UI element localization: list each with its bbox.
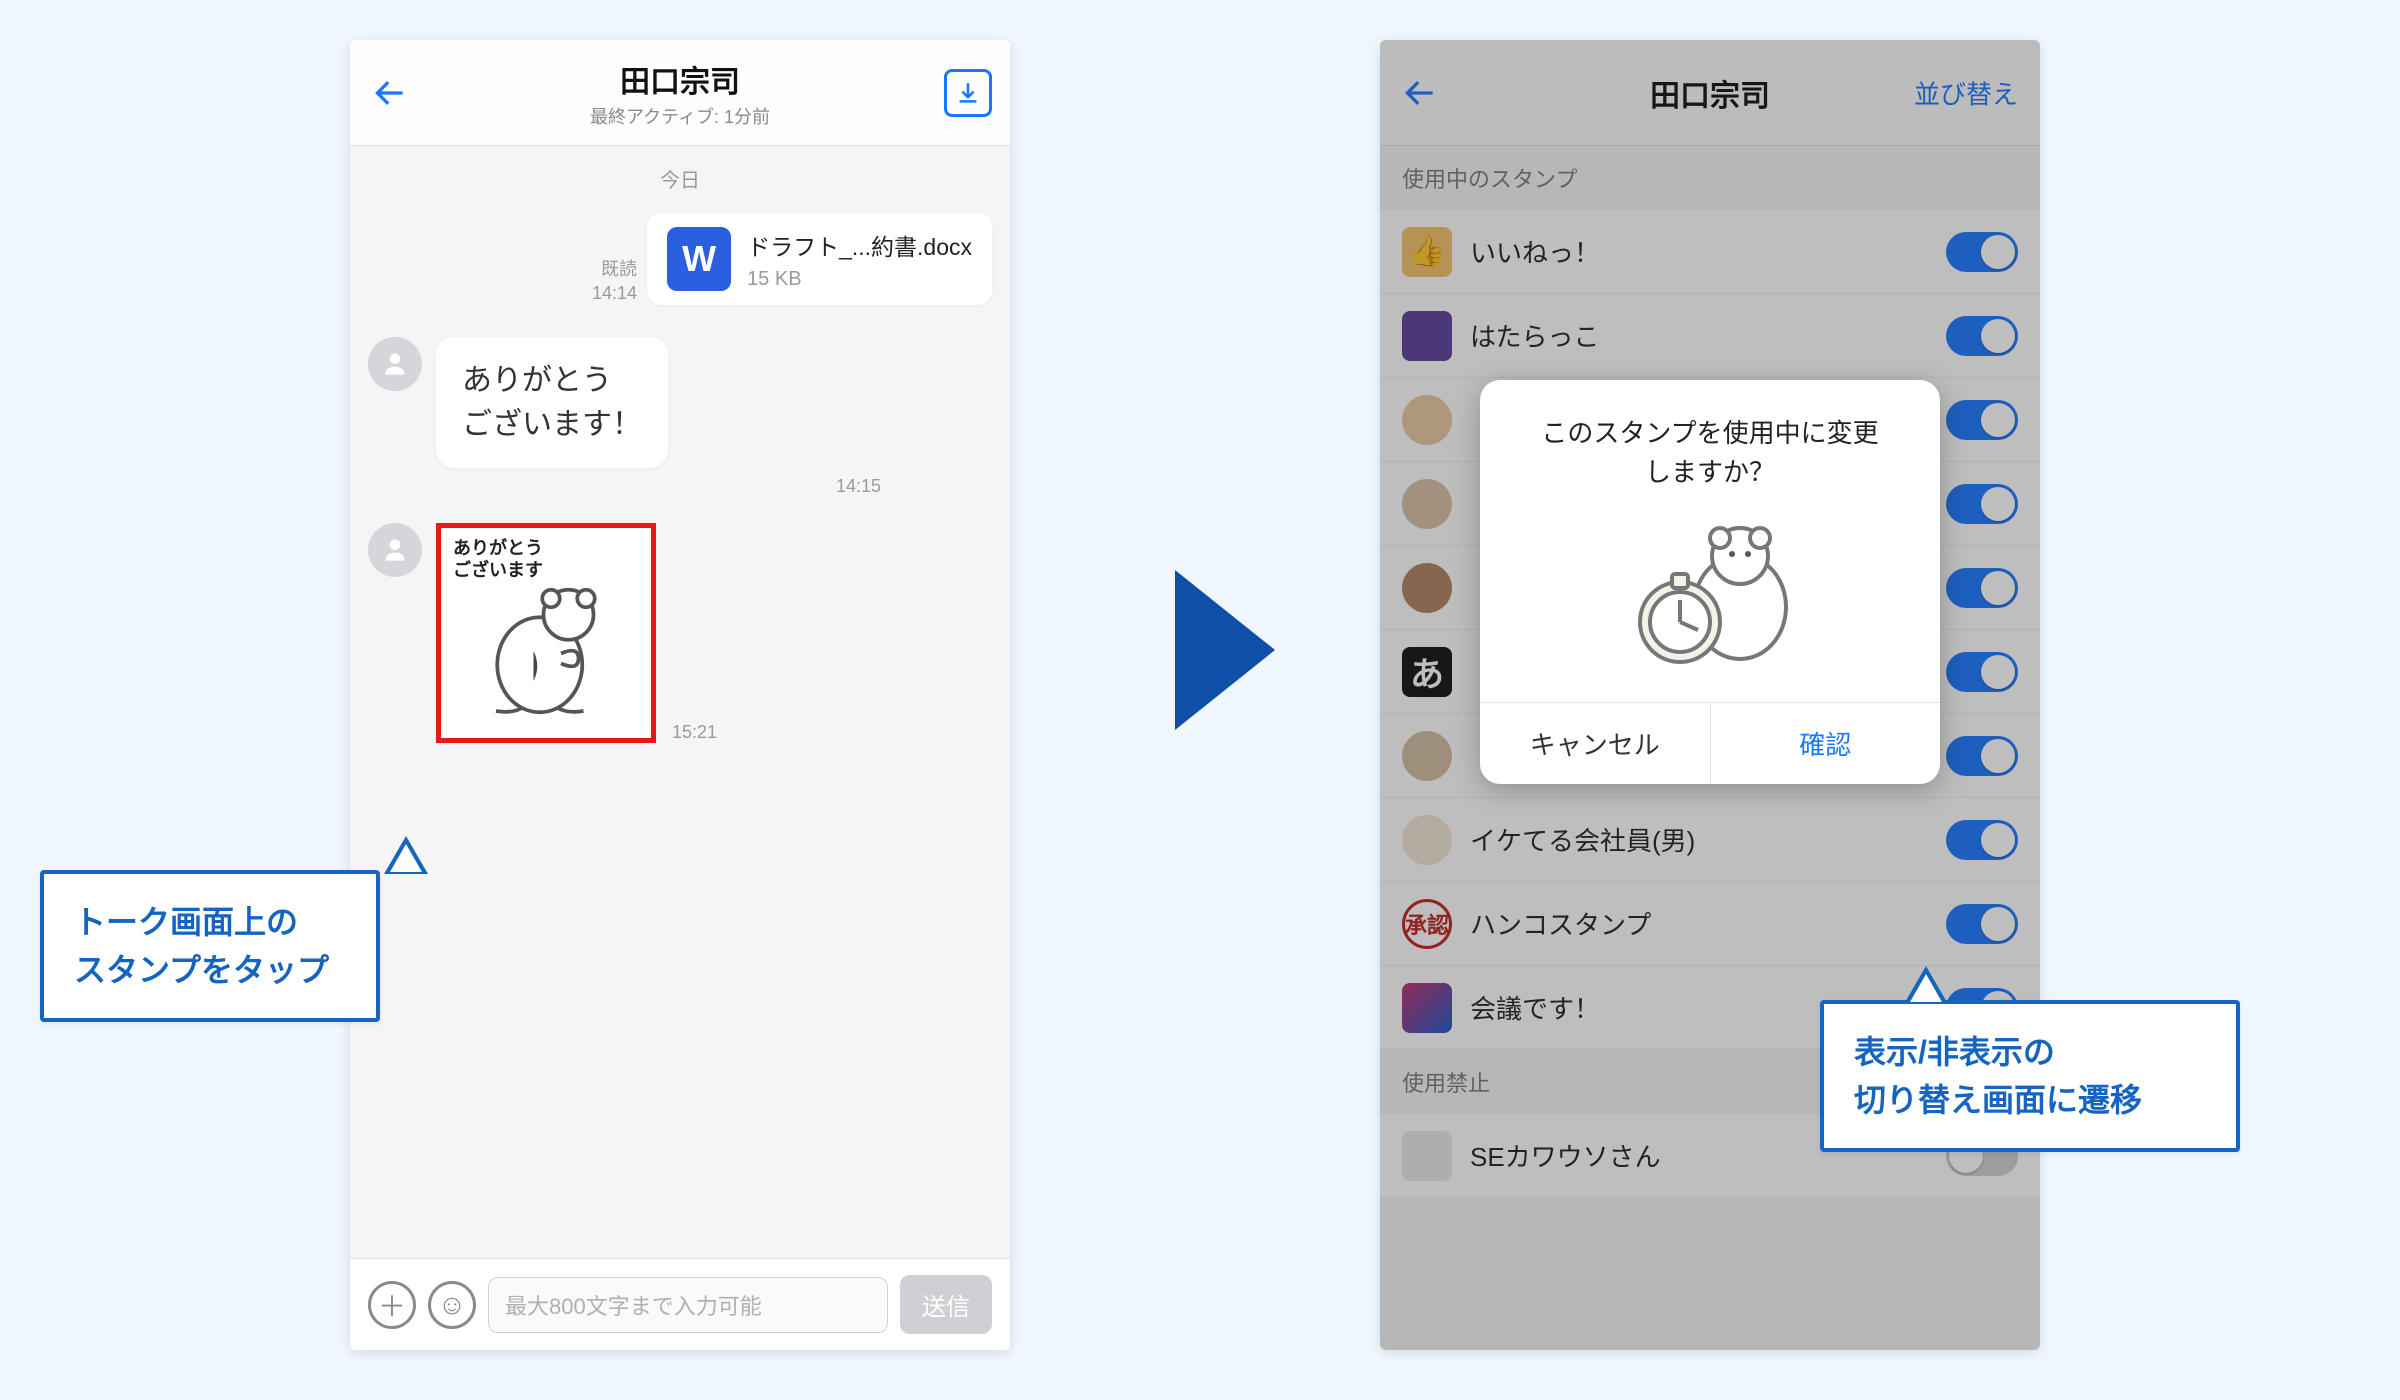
back-arrow-icon — [372, 75, 408, 111]
callout-line: 表示/非表示の — [1854, 1034, 2055, 1070]
message-input[interactable]: 最大800文字まで入力可能 — [488, 1277, 888, 1333]
callout-left: トーク画面上の スタンプをタップ — [40, 870, 380, 1022]
chat-sticker[interactable]: ありがとう ございます — [436, 523, 656, 743]
outgoing-file-message: 既読 14:14 W ドラフト_...約書.docx 15 KB — [368, 213, 992, 305]
callout-line: スタンプをタップ — [74, 952, 329, 988]
chat-header: 田口宗司 最終アクティブ: 1分前 — [350, 40, 1010, 146]
callout-pointer-icon — [384, 836, 428, 874]
last-active: 最終アクティブ: 1分前 — [350, 103, 1010, 129]
dialog-cancel-button[interactable]: キャンセル — [1480, 703, 1711, 784]
file-attachment[interactable]: W ドラフト_...約書.docx 15 KB — [647, 213, 992, 305]
sticker-settings-screen: 田口宗司 並び替え 使用中のスタンプ 👍いいねっ！はたらっこあイケてる会社員(男… — [1380, 40, 2040, 1350]
dialog-sticker-preview — [1480, 502, 1940, 702]
callout-line: 切り替え画面に遷移 — [1854, 1082, 2142, 1118]
emoji-button[interactable]: ☺ — [428, 1281, 476, 1329]
chat-body: 今日 既読 14:14 W ドラフト_...約書.docx 15 KB — [350, 146, 1010, 1258]
chat-input-bar: ＋ ☺ 最大800文字まで入力可能 送信 — [350, 1258, 1010, 1350]
date-separator: 今日 — [368, 164, 992, 193]
dialog-confirm-button[interactable]: 確認 — [1711, 703, 1941, 784]
incoming-text-message: ありがとう ございます！ — [368, 337, 992, 468]
back-button[interactable] — [366, 69, 414, 117]
attach-button[interactable]: ＋ — [368, 1281, 416, 1329]
message-time: 14:14 — [592, 282, 637, 305]
text-bubble: ありがとう ございます！ — [436, 337, 668, 468]
sticker-caption-line: ございます — [453, 560, 543, 580]
file-size: 15 KB — [747, 268, 972, 291]
callout-pointer-icon — [1904, 966, 1948, 1004]
dialog-message-line: このスタンプを使用中に変更 — [1541, 418, 1878, 448]
download-button[interactable] — [944, 69, 992, 117]
file-name: ドラフト_...約書.docx — [747, 228, 972, 262]
incoming-sticker-message: ありがとう ございます — [368, 523, 992, 743]
flow-arrow-icon — [1170, 570, 1280, 735]
sticker-caption-line: ありがとう — [453, 538, 543, 558]
dialog-message-line: しますか？ — [1645, 457, 1775, 487]
download-icon — [954, 79, 982, 107]
read-status: 既読 — [592, 258, 637, 281]
callout-right: 表示/非表示の 切り替え画面に遷移 — [1820, 1000, 2240, 1152]
sender-avatar-icon — [368, 337, 422, 391]
message-time: 14:15 — [836, 476, 992, 497]
diagram-canvas: 田口宗司 最終アクティブ: 1分前 今日 既読 14:14 W ドラフト_ — [0, 0, 2400, 1400]
text-line: ございます！ — [462, 408, 642, 441]
text-line: ありがとう — [462, 364, 612, 397]
message-time: 15:21 — [672, 722, 717, 743]
sender-avatar-icon — [368, 523, 422, 577]
callout-line: トーク画面上の — [74, 904, 298, 940]
confirm-dialog: このスタンプを使用中に変更 しますか？ — [1480, 380, 1940, 784]
chat-title: 田口宗司 — [350, 57, 1010, 101]
send-button[interactable]: 送信 — [900, 1275, 992, 1334]
word-file-icon: W — [667, 227, 731, 291]
chat-screen: 田口宗司 最終アクティブ: 1分前 今日 既読 14:14 W ドラフト_ — [350, 40, 1010, 1350]
